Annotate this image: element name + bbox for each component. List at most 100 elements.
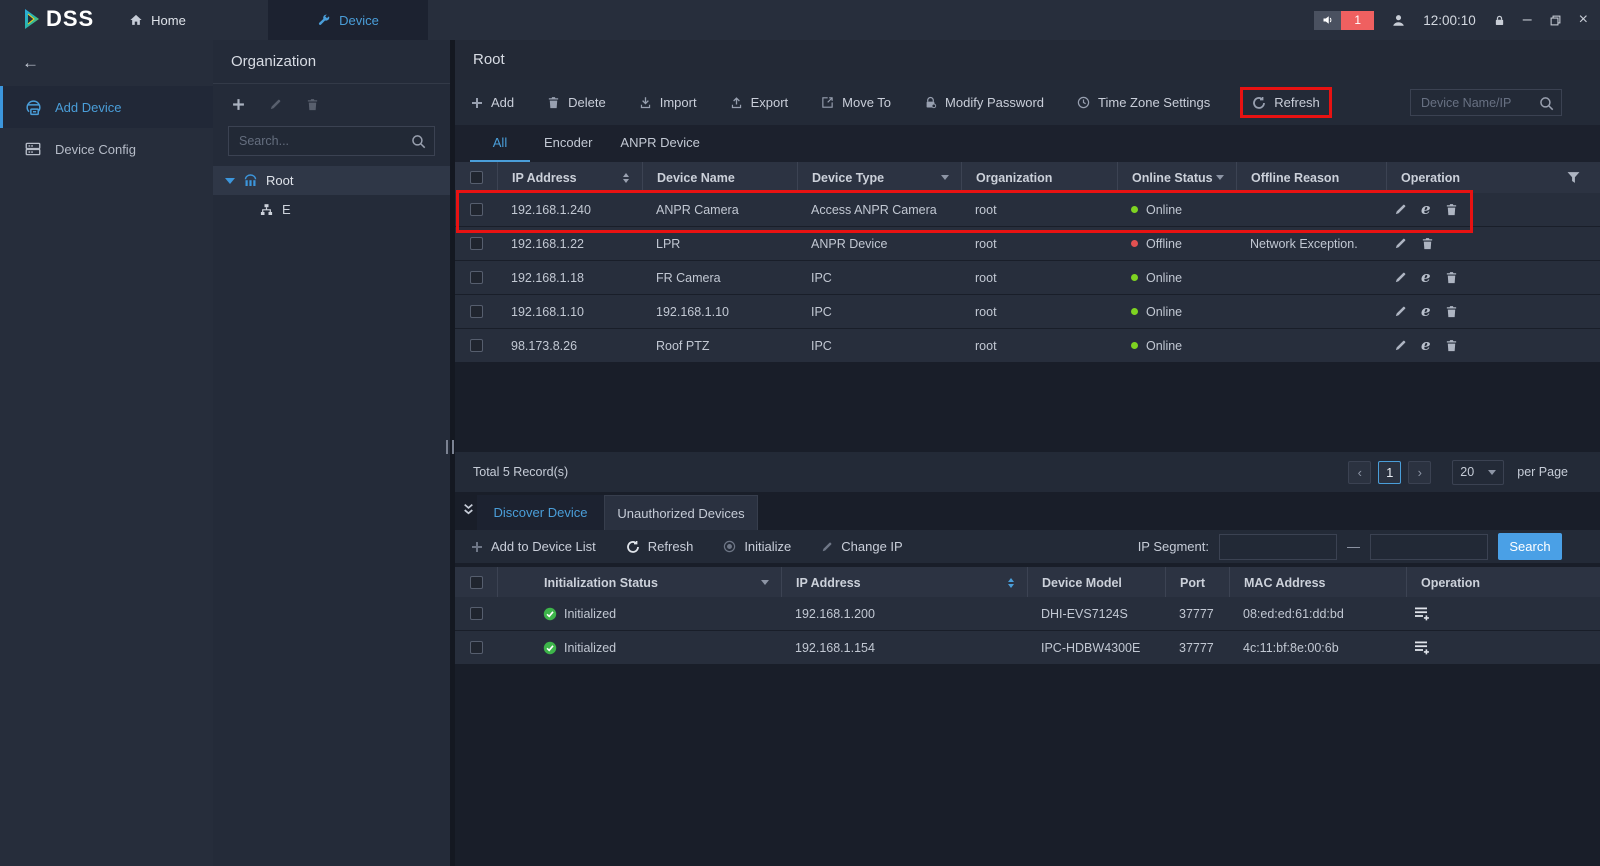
edit-icon[interactable] (1394, 271, 1407, 284)
select-all-checkbox[interactable] (470, 171, 483, 184)
row-checkbox[interactable] (470, 339, 483, 352)
modify-password-button[interactable]: Modify Password (924, 95, 1044, 110)
tab-unauthorized-devices[interactable]: Unauthorized Devices (604, 495, 758, 530)
tab-discover-device[interactable]: Discover Device (477, 495, 604, 530)
logo-triangle-icon (22, 8, 42, 30)
sort-icon[interactable] (1008, 578, 1014, 588)
sort-icon[interactable] (623, 173, 629, 183)
speaker-icon (1314, 11, 1341, 30)
delete-row-icon[interactable] (1421, 237, 1434, 250)
minimize-button[interactable]: – (1523, 12, 1532, 28)
filter-caret-icon[interactable] (941, 175, 949, 180)
segment-search-button[interactable]: Search (1498, 533, 1562, 560)
delete-row-icon[interactable] (1445, 339, 1458, 352)
add-to-list-icon[interactable] (1414, 606, 1430, 621)
table-row[interactable]: Initialized 192.168.1.154 IPC-HDBW4300E … (455, 631, 1600, 664)
online-dot (1131, 308, 1138, 315)
web-browser-icon[interactable]: e (1421, 203, 1431, 216)
discover-refresh-button[interactable]: Refresh (626, 539, 694, 554)
cell-org: root (961, 203, 1117, 217)
table-row[interactable]: 192.168.1.10 192.168.1.10 IPC root Onlin… (455, 295, 1600, 328)
cell-org: root (961, 271, 1117, 285)
edit-icon[interactable] (1394, 305, 1407, 318)
add-to-device-list-button[interactable]: Add to Device List (471, 539, 596, 554)
initialize-label: Initialize (744, 539, 791, 554)
org-add-icon[interactable] (232, 98, 245, 111)
table-row[interactable]: 192.168.1.22 LPR ANPR Device root Offlin… (455, 227, 1600, 260)
filter-funnel-icon[interactable] (1567, 171, 1580, 184)
collapse-panel-icon[interactable] (463, 503, 474, 516)
change-ip-button[interactable]: Change IP (821, 539, 902, 554)
sidebar-item-device-config[interactable]: Device Config (0, 128, 213, 170)
filter-caret-icon[interactable] (1216, 175, 1224, 180)
select-all-checkbox[interactable] (470, 576, 483, 589)
import-button[interactable]: Import (639, 95, 697, 110)
move-to-button[interactable]: Move To (821, 95, 891, 110)
col-operation: Operation (1401, 171, 1460, 185)
cell-init-status: Initialized (564, 607, 616, 621)
web-browser-icon[interactable]: e (1421, 271, 1431, 284)
close-button[interactable]: × (1579, 12, 1588, 28)
add-to-list-icon[interactable] (1414, 640, 1430, 655)
initialize-button[interactable]: Initialize (723, 539, 791, 554)
cell-name: LPR (642, 237, 797, 251)
modify-password-label: Modify Password (945, 95, 1044, 110)
web-browser-icon[interactable]: e (1421, 305, 1431, 318)
cell-type: Access ANPR Camera (797, 203, 961, 217)
tree-node-root[interactable]: Root (213, 166, 450, 195)
search-icon (411, 134, 426, 149)
time-zone-settings-button[interactable]: Time Zone Settings (1077, 95, 1210, 110)
org-search-input[interactable] (229, 127, 434, 155)
web-browser-icon[interactable]: e (1421, 339, 1431, 352)
splitter-handle[interactable] (446, 440, 454, 454)
table-row[interactable]: 192.168.1.18 FR Camera IPC root Online e (455, 261, 1600, 294)
ip-segment-end-input[interactable] (1370, 534, 1488, 560)
edit-icon[interactable] (1394, 203, 1407, 216)
table-row[interactable]: 192.168.1.240 ANPR Camera Access ANPR Ca… (455, 193, 1600, 226)
cell-port: 37777 (1165, 641, 1229, 655)
page-size-select[interactable]: 20 (1452, 460, 1504, 485)
edit-icon[interactable] (1394, 339, 1407, 352)
tree-node-e[interactable]: E (213, 195, 450, 224)
current-page[interactable]: 1 (1378, 461, 1401, 484)
tab-encoder[interactable]: Encoder (530, 125, 606, 162)
device-config-icon (23, 140, 43, 158)
org-delete-icon[interactable] (306, 98, 319, 111)
back-arrow-button[interactable]: ← (22, 53, 39, 73)
next-page-button[interactable]: › (1408, 461, 1431, 484)
tab-home[interactable]: Home (100, 0, 215, 40)
add-button[interactable]: Add (471, 95, 514, 110)
refresh-button[interactable]: Refresh (1243, 90, 1329, 115)
row-checkbox[interactable] (470, 641, 483, 654)
col-ip-address: IP Address (512, 171, 577, 185)
clock-icon (1077, 96, 1090, 109)
ip-segment-start-input[interactable] (1219, 534, 1337, 560)
ip-segment-label: IP Segment: (1138, 539, 1209, 554)
org-edit-icon[interactable] (269, 98, 282, 111)
row-checkbox[interactable] (470, 305, 483, 318)
row-checkbox[interactable] (470, 237, 483, 250)
user-icon[interactable] (1391, 13, 1406, 28)
restore-button[interactable] (1549, 14, 1562, 27)
tab-device[interactable]: Device (268, 0, 428, 40)
table-row[interactable]: 98.173.8.26 Roof PTZ IPC root Online e (455, 329, 1600, 362)
table-row[interactable]: Initialized 192.168.1.200 DHI-EVS7124S 3… (455, 597, 1600, 630)
tab-all[interactable]: All (470, 125, 530, 162)
sidebar-item-add-device[interactable]: Add Device (0, 86, 213, 128)
edit-icon[interactable] (1394, 237, 1407, 250)
sidebar-item-label: Device Config (55, 142, 136, 157)
lock-screen-icon[interactable] (1493, 14, 1506, 27)
delete-row-icon[interactable] (1445, 305, 1458, 318)
delete-row-icon[interactable] (1445, 203, 1458, 216)
tree-expand-icon[interactable] (225, 178, 235, 184)
delete-button[interactable]: Delete (547, 95, 606, 110)
row-checkbox[interactable] (470, 607, 483, 620)
tab-anpr-device[interactable]: ANPR Device (606, 125, 713, 162)
delete-row-icon[interactable] (1445, 271, 1458, 284)
alarm-center-button[interactable]: 1 (1314, 11, 1374, 30)
row-checkbox[interactable] (470, 271, 483, 284)
prev-page-button[interactable]: ‹ (1348, 461, 1371, 484)
row-checkbox[interactable] (470, 203, 483, 216)
export-button[interactable]: Export (730, 95, 789, 110)
filter-caret-icon[interactable] (761, 580, 769, 585)
